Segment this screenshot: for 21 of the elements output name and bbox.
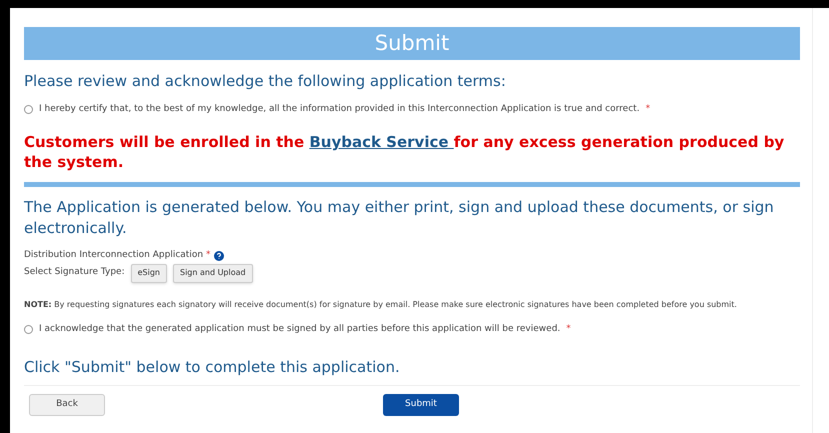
help-icon[interactable] bbox=[214, 250, 224, 261]
note-text: NOTE: By requesting signatures each signatory will receive document(s) for signature by email. Please make sure electronic signatures have been completed before you submit. bbox=[24, 298, 738, 310]
checkbox[interactable] bbox=[24, 324, 33, 334]
required-mark: * bbox=[646, 102, 650, 116]
notice-text: Customers will be enrolled in the Buyback Service for any excess generation produced by the system. bbox=[24, 132, 786, 172]
signature-type-label: Select Signature Type: bbox=[24, 266, 125, 280]
signature-button[interactable]: Sign and Upload bbox=[172, 264, 253, 282]
checkbox[interactable] bbox=[24, 104, 33, 114]
back-button[interactable]: Back bbox=[29, 394, 105, 416]
section-heading: Please review and acknowledge the following application terms: bbox=[24, 71, 507, 92]
signature-button[interactable]: eSign bbox=[130, 264, 167, 282]
submit-button[interactable]: Submit bbox=[383, 394, 459, 416]
required-mark: * bbox=[566, 322, 571, 336]
required-mark: * bbox=[206, 249, 211, 262]
document-label: Distribution Interconnection Application bbox=[24, 249, 204, 262]
buyback-link[interactable]: Buyback Service bbox=[309, 133, 454, 151]
section-heading: The Application is generated below. You may either print, sign and upload these documents, or sign electronically. bbox=[24, 197, 775, 239]
checkbox-label: I acknowledge that the generated application must be signed by all parties before this application will be reviewed. bbox=[39, 322, 560, 336]
header-bar: Submit bbox=[24, 27, 800, 60]
instruction-heading: Click "Submit" below to complete this application. bbox=[24, 357, 401, 378]
checkbox-label: I hereby certify that, to the best of my knowledge, all the information provided in this Interconnection Application is true and correct. bbox=[39, 102, 640, 116]
